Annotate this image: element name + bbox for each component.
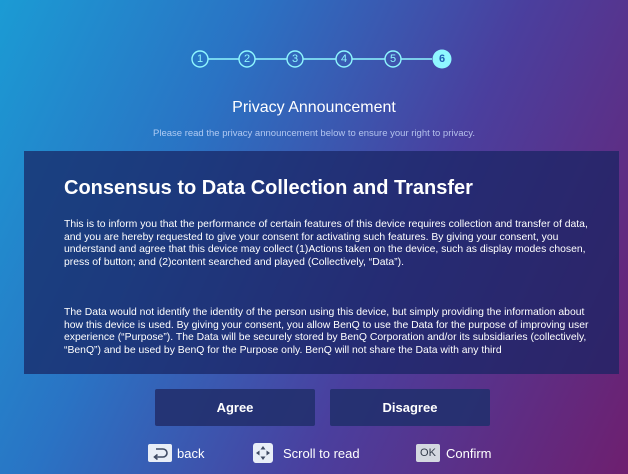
agree-button[interactable]: Agree xyxy=(155,389,315,426)
step-2-number: 2 xyxy=(243,53,251,65)
disagree-button[interactable]: Disagree xyxy=(330,389,490,426)
page-subtitle: Please read the privacy announcement bel… xyxy=(153,128,475,139)
step-4-number: 4 xyxy=(340,53,348,65)
step-6-number: 6 xyxy=(438,53,446,65)
step-3-number: 3 xyxy=(291,53,299,65)
confirm-label: Confirm xyxy=(446,446,492,461)
privacy-document-panel[interactable]: Consensus to Data Collection and Transfe… xyxy=(24,151,619,374)
document-paragraph: This is to inform you that the performan… xyxy=(64,219,588,268)
ok-key-icon: OK xyxy=(416,444,440,462)
document-paragraph: The Data would not identify the identity… xyxy=(64,307,589,356)
scroll-label: Scroll to read xyxy=(283,446,360,461)
return-arrow-icon xyxy=(148,444,172,462)
step-1-number: 1 xyxy=(196,53,204,65)
stepper-graphic xyxy=(191,49,452,69)
setup-stepper: 1 2 3 4 5 6 xyxy=(0,49,628,69)
step-5-number: 5 xyxy=(389,53,397,65)
page-title: Privacy Announcement xyxy=(232,99,396,116)
document-heading: Consensus to Data Collection and Transfe… xyxy=(64,177,473,199)
back-label: back xyxy=(177,446,205,461)
dpad-icon xyxy=(253,443,273,463)
